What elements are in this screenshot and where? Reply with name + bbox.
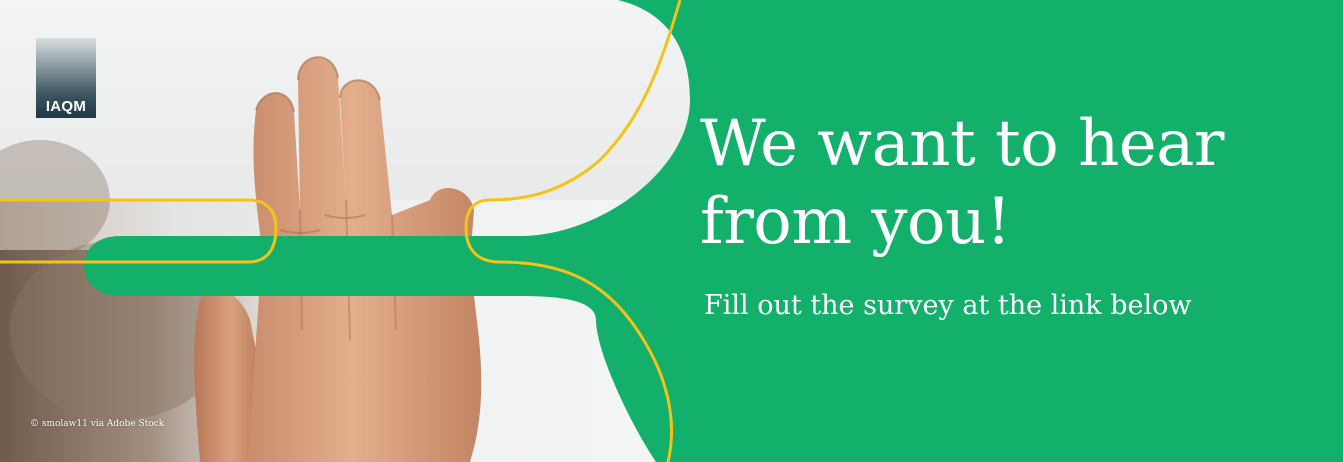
photo-credit: © smolaw11 via Adobe Stock [30,419,165,429]
logo-text: IAQM [45,98,87,115]
headline: We want to hear from you! [700,105,1310,261]
headline-line1: We want to hear [700,107,1224,181]
iaqm-logo: IAQM [36,38,96,118]
survey-banner: IAQM We want to hear from you! Fill out … [0,0,1343,462]
subheadline: Fill out the survey at the link below [704,290,1192,321]
headline-line2: from you! [700,185,1011,259]
